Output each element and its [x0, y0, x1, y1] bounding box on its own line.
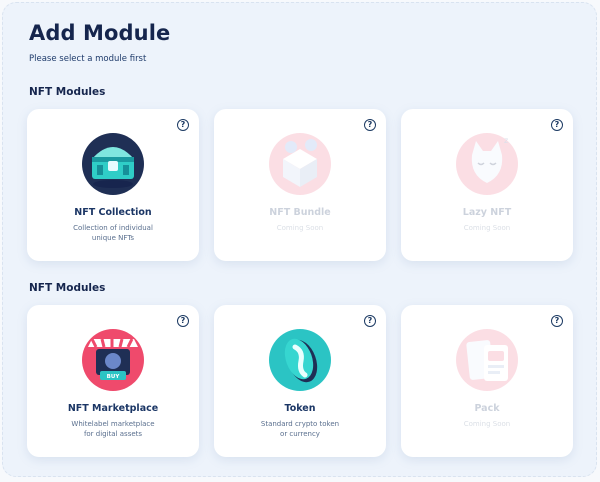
add-module-panel: Add Module Please select a module first …: [2, 2, 597, 477]
section-title-nft-modules: NFT Modules: [29, 282, 106, 294]
page-title: Add Module: [29, 21, 171, 45]
coin-icon: [265, 325, 335, 395]
module-card-title: NFT Bundle: [269, 207, 331, 218]
section-title-nft-modules: NFT Modules: [29, 86, 106, 98]
module-card-pack: ? Pack Coming Soon: [401, 305, 573, 457]
help-icon[interactable]: ?: [364, 315, 376, 327]
bundle-box-icon: [265, 129, 335, 199]
module-card-lazy-nft: ? z Lazy NFT Coming Soon: [401, 109, 573, 261]
module-card-token[interactable]: ? Token Standard crypto token or currenc…: [214, 305, 386, 457]
sleeping-cat-icon: z: [452, 129, 522, 199]
module-card-description: Whitelabel marketplace for digital asset…: [71, 420, 155, 438]
buy-label: BUY: [107, 374, 121, 380]
card-pack-icon: [452, 325, 522, 395]
module-card-nft-marketplace[interactable]: ? BUY NFT Marketplace Whitelabel marketp…: [27, 305, 199, 457]
help-icon[interactable]: ?: [177, 119, 189, 131]
module-card-description: Standard crypto token or currency: [260, 420, 340, 438]
help-icon[interactable]: ?: [551, 119, 563, 131]
help-icon[interactable]: ?: [551, 315, 563, 327]
svg-text:z: z: [504, 136, 508, 145]
module-card-description: Collection of individual unique NFTs: [73, 224, 153, 242]
module-card-title: NFT Marketplace: [67, 403, 159, 414]
help-icon[interactable]: ?: [177, 315, 189, 327]
module-card-title: Token: [284, 403, 316, 414]
page-subtitle: Please select a module first: [29, 54, 147, 64]
treasure-chest-icon: [78, 129, 148, 199]
module-card-title: NFT Collection: [74, 207, 152, 218]
storefront-icon: BUY: [78, 325, 148, 395]
module-card-description: Coming Soon: [276, 224, 324, 232]
help-icon[interactable]: ?: [364, 119, 376, 131]
module-card-description: Coming Soon: [463, 420, 511, 428]
module-card-title: Pack: [474, 403, 500, 414]
module-card-nft-bundle: ? NFT Bundle Coming Soon: [214, 109, 386, 261]
module-card-title: Lazy NFT: [462, 207, 512, 218]
module-card-nft-collection[interactable]: ? NFT Collection Collection of individua…: [27, 109, 199, 261]
module-card-description: Coming Soon: [463, 224, 511, 232]
